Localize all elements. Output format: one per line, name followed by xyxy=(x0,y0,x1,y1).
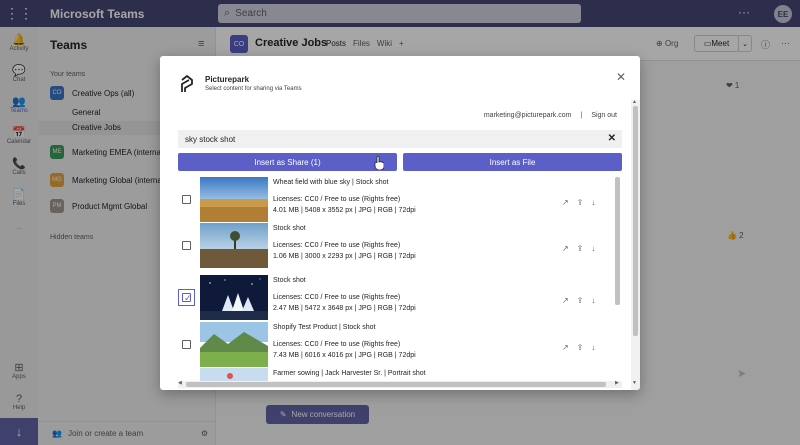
result-license: Licenses: CC0 / Free to use (Rights free… xyxy=(273,294,401,301)
select-checkbox[interactable] xyxy=(182,241,191,250)
select-checkbox[interactable] xyxy=(182,195,191,204)
thumbnail-image xyxy=(200,223,268,268)
scroll-right-icon[interactable]: ▶ xyxy=(615,380,619,386)
scroll-down-icon[interactable]: ▼ xyxy=(632,380,637,386)
results-list: Wheat field with blue sky | Stock shot L… xyxy=(178,177,622,381)
result-title: Farmer sowing | Jack Harvester Sr. | Por… xyxy=(273,370,426,377)
check-icon: ✓ xyxy=(184,293,192,303)
dialog-scrollbar[interactable]: ▲ ▼ xyxy=(631,99,640,390)
open-external-icon[interactable]: ↗ xyxy=(562,244,569,253)
list-item[interactable]: Stock shot Licenses: CC0 / Free to use (… xyxy=(178,223,622,269)
user-email: marketing@picturepark.com xyxy=(483,112,572,119)
share-icon[interactable]: ⇪ xyxy=(577,244,584,253)
dialog-title: Picturepark xyxy=(205,75,250,84)
open-external-icon[interactable]: ↗ xyxy=(562,198,569,207)
thumbnail-image xyxy=(200,275,268,320)
open-external-icon[interactable]: ↗ xyxy=(562,296,569,305)
list-item[interactable]: Farmer sowing | Jack Harvester Sr. | Por… xyxy=(178,368,622,381)
select-checkbox-checked[interactable]: ✓ xyxy=(182,293,192,303)
search-query-input[interactable]: sky stock shot ✕ xyxy=(178,130,622,148)
results-scrollbar[interactable] xyxy=(615,177,620,305)
open-external-icon[interactable]: ↗ xyxy=(562,343,569,352)
picturepark-dialog: Picturepark Select content for sharing v… xyxy=(160,56,640,390)
download-icon[interactable]: ↓ xyxy=(591,343,595,352)
result-title: Stock shot xyxy=(273,277,306,284)
list-item[interactable]: ✓ Stock shot Licenses: CC0 / Free to use… xyxy=(178,275,622,321)
scrollbar-thumb[interactable] xyxy=(633,106,638,336)
thumbnail-image xyxy=(200,368,268,381)
share-icon[interactable]: ⇪ xyxy=(577,198,584,207)
result-meta: 1.06 MB | 3000 x 2293 px | JPG | RGB | 7… xyxy=(273,253,416,260)
insert-as-share-button[interactable]: Insert as Share (1) xyxy=(178,153,397,171)
close-icon[interactable]: ✕ xyxy=(616,70,626,84)
result-license: Licenses: CC0 / Free to use (Rights free… xyxy=(273,196,401,203)
scrollbar-thumb[interactable] xyxy=(186,382,606,387)
result-title: Shopify Test Product | Stock shot xyxy=(273,324,376,331)
share-icon[interactable]: ⇪ xyxy=(577,296,584,305)
result-meta: 4.01 MB | 5408 x 3552 px | JPG | RGB | 7… xyxy=(273,207,416,214)
result-meta: 2.47 MB | 5472 x 3648 px | JPG | RGB | 7… xyxy=(273,305,416,312)
dialog-subtitle: Select content for sharing via Teams xyxy=(205,86,302,92)
list-item[interactable]: Shopify Test Product | Stock shot Licens… xyxy=(178,322,622,368)
picturepark-logo-icon xyxy=(181,75,193,92)
select-checkbox[interactable] xyxy=(182,340,191,349)
sign-out-link[interactable]: Sign out xyxy=(591,112,617,119)
result-license: Licenses: CC0 / Free to use (Rights free… xyxy=(273,242,401,249)
dialog-content: marketing@picturepark.com | Sign out sky… xyxy=(160,100,640,390)
result-license: Licenses: CC0 / Free to use (Rights free… xyxy=(273,341,401,348)
scroll-up-icon[interactable]: ▲ xyxy=(632,99,637,105)
hand-cursor-icon xyxy=(374,156,384,170)
share-icon[interactable]: ⇪ xyxy=(577,343,584,352)
result-meta: 7.43 MB | 6016 x 4016 px | JPG | RGB | 7… xyxy=(273,352,416,359)
download-icon[interactable]: ↓ xyxy=(591,198,595,207)
thumbnail-image xyxy=(200,322,268,367)
result-title: Stock shot xyxy=(273,225,306,232)
search-query-value: sky stock shot xyxy=(185,134,236,144)
thumbnail-image xyxy=(200,177,268,222)
download-icon[interactable]: ↓ xyxy=(591,244,595,253)
separator: | xyxy=(580,112,583,119)
insert-as-file-button[interactable]: Insert as File xyxy=(403,153,622,171)
scroll-left-icon[interactable]: ◀ xyxy=(178,380,182,386)
list-item[interactable]: Wheat field with blue sky | Stock shot L… xyxy=(178,177,622,223)
clear-search-icon[interactable]: ✕ xyxy=(608,133,616,144)
result-title: Wheat field with blue sky | Stock shot xyxy=(273,179,389,186)
download-icon[interactable]: ↓ xyxy=(591,296,595,305)
user-row: marketing@picturepark.com | Sign out xyxy=(160,112,617,119)
horizontal-scrollbar[interactable]: ◀ ▶ xyxy=(178,380,622,388)
